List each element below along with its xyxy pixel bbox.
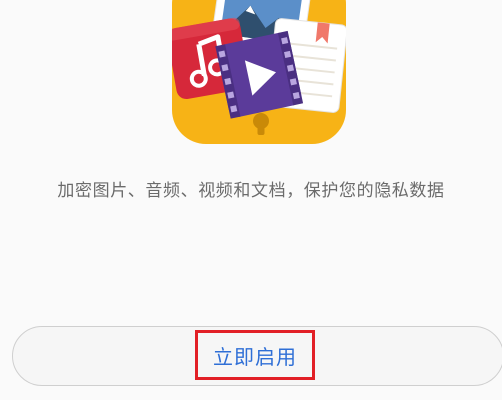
video-card-icon	[215, 30, 304, 119]
enable-now-label: 立即启用	[213, 344, 297, 369]
safe-folder-icon	[172, 0, 346, 144]
screen: 加密图片、音频、视频和文档，保护您的隐私数据 立即启用	[0, 0, 502, 400]
enable-now-highlight[interactable]: 立即启用	[195, 330, 315, 380]
feature-description: 加密图片、音频、视频和文档，保护您的隐私数据	[57, 181, 445, 201]
